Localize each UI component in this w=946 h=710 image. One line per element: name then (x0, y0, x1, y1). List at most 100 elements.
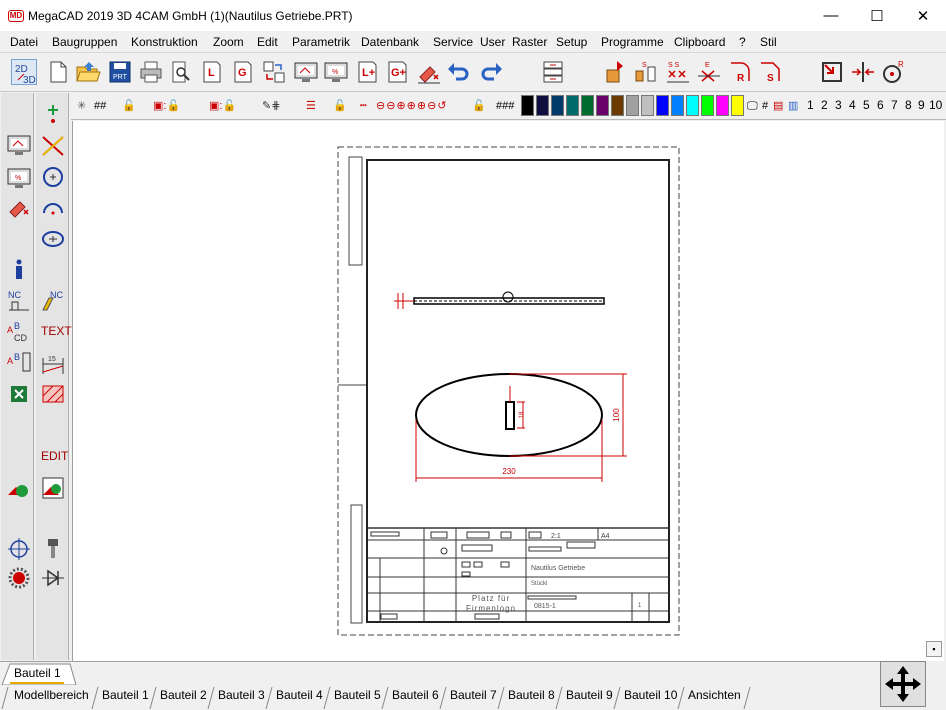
menu-service[interactable]: Service (433, 35, 473, 49)
edit-tool-label[interactable]: EDIT (41, 449, 68, 463)
view-zoom-icon[interactable]: % (6, 165, 32, 191)
menu-user[interactable]: User (480, 35, 505, 49)
color-swatch-15[interactable] (731, 95, 744, 116)
text-table-icon[interactable]: AB (6, 350, 32, 376)
2d-3d-toggle-icon[interactable]: 2D 3D (11, 59, 37, 86)
color-swatch-1[interactable] (521, 95, 534, 116)
menu-help[interactable]: ? (739, 35, 746, 49)
color-swatch-4[interactable] (566, 95, 579, 116)
color-swatch-12[interactable] (686, 95, 699, 116)
tab-bauteil-10[interactable]: Bauteil 10 (624, 688, 677, 702)
hash-icon[interactable]: # (762, 98, 768, 114)
scroll-corner-button[interactable]: ▪ (926, 641, 942, 657)
color-swatch-3[interactable] (551, 95, 564, 116)
undo-icon[interactable] (446, 59, 472, 85)
chamfer-icon[interactable]: S (757, 59, 783, 85)
menu-baugruppen[interactable]: Baugruppen (52, 35, 117, 49)
menu-programme[interactable]: Programme (601, 35, 664, 49)
layer-9[interactable]: 9 (918, 98, 925, 112)
convert-icon[interactable] (261, 59, 287, 85)
lock-zoom-icon[interactable]: 🔓 (472, 98, 486, 114)
layer-lock-icon[interactable]: ▣:🔓 (209, 98, 236, 114)
open-folder-icon[interactable] (75, 59, 101, 85)
excel-icon[interactable] (6, 381, 32, 407)
tab-bauteil-3[interactable]: Bauteil 3 (218, 688, 265, 702)
color-swatch-6[interactable] (596, 95, 609, 116)
tab-bauteil-6[interactable]: Bauteil 6 (392, 688, 439, 702)
split-icon[interactable] (850, 59, 876, 85)
arc-icon[interactable] (40, 195, 66, 221)
color-swatch-14[interactable] (716, 95, 729, 116)
tab-bauteil-5[interactable]: Bauteil 5 (334, 688, 381, 702)
maximize-button[interactable]: ☐ (854, 0, 900, 31)
layer-7[interactable]: 7 (891, 98, 898, 112)
minimize-button[interactable]: — (808, 0, 854, 31)
dimension-icon[interactable]: 15 (40, 350, 66, 376)
menu-datei[interactable]: Datei (10, 35, 38, 49)
layer-5[interactable]: 5 (863, 98, 870, 112)
pen-color-icon[interactable]: ▤ (773, 98, 783, 114)
zoom-tools-icon[interactable]: ⊖⊖⊕⊕⊕⊖↺ (376, 98, 448, 114)
nc-machining-icon[interactable]: NC (40, 288, 66, 314)
redo-icon[interactable] (478, 59, 504, 85)
layer-6[interactable]: 6 (877, 98, 884, 112)
menu-zoom[interactable]: Zoom (213, 35, 244, 49)
eraser-icon[interactable] (416, 59, 442, 85)
nc-export-icon[interactable]: NC (6, 288, 32, 314)
tab-bauteil-7[interactable]: Bauteil 7 (450, 688, 497, 702)
tab-bauteil-1-top[interactable]: Bauteil 1 (14, 666, 61, 680)
layer-8[interactable]: 8 (905, 98, 912, 112)
lock-layer-icon[interactable]: 🔓 (122, 98, 136, 114)
move-up-icon[interactable] (603, 59, 629, 85)
group-plus-icon[interactable]: G+ (385, 59, 411, 85)
layer-1[interactable]: 1 (807, 98, 814, 112)
layer-2[interactable]: 2 (821, 98, 828, 112)
line-width-icon[interactable]: ☰ (306, 98, 316, 114)
save-icon[interactable]: PRT (107, 59, 133, 85)
layer-10[interactable]: 10 (929, 98, 942, 112)
layer-plus-icon[interactable]: L+ (355, 59, 381, 85)
layer-colors-icon[interactable]: ▥ (788, 98, 798, 114)
screen-zoom-icon[interactable]: % (323, 59, 349, 85)
tab-bauteil-9[interactable]: Bauteil 9 (566, 688, 613, 702)
color-swatch-5[interactable] (581, 95, 594, 116)
color-swatch-2[interactable] (536, 95, 549, 116)
menu-parametrik[interactable]: Parametrik (292, 35, 350, 49)
stretch-icon[interactable]: S S (665, 59, 691, 85)
circle-center-icon[interactable] (40, 164, 66, 190)
layer-manager-icon[interactable] (540, 59, 566, 85)
diode-icon[interactable] (40, 565, 66, 591)
delete-icon[interactable] (6, 194, 32, 220)
drawing-canvas[interactable]: 230 100 18 2:1 A4 Nautilus Getriebe Stüc… (72, 121, 944, 661)
lock-line-icon[interactable]: 🔓 (333, 98, 347, 114)
print-icon[interactable] (138, 59, 164, 85)
color-swatch-10[interactable] (656, 95, 669, 116)
view-window-icon[interactable] (6, 132, 32, 158)
snap-star-icon[interactable]: ✳ (77, 98, 86, 114)
grid-hash-label-2[interactable]: ### (496, 98, 514, 114)
color-swatch-8[interactable] (626, 95, 639, 116)
ellipse-icon[interactable] (40, 226, 66, 252)
menu-stil[interactable]: Stil (760, 35, 777, 49)
load-icon[interactable]: L (199, 59, 225, 85)
intersection-icon[interactable] (40, 133, 66, 159)
tab-modellbereich[interactable]: Modellbereich (14, 688, 89, 702)
group-lock-icon[interactable]: ▣:🔓 (153, 98, 180, 114)
color-swatch-11[interactable] (671, 95, 684, 116)
info-icon[interactable] (6, 257, 32, 283)
add-point-icon[interactable] (40, 101, 66, 127)
layer-4[interactable]: 4 (849, 98, 856, 112)
text-tool-label[interactable]: TEXT (41, 324, 72, 338)
print-preview-icon[interactable] (168, 59, 194, 85)
color-swatch-7[interactable] (611, 95, 624, 116)
tab-bauteil-4[interactable]: Bauteil 4 (276, 688, 323, 702)
extend-icon[interactable]: E (696, 59, 722, 85)
monitor-icon[interactable]: 🖵 (747, 98, 758, 114)
tab-bauteil-2[interactable]: Bauteil 2 (160, 688, 207, 702)
fillet-icon[interactable]: R (727, 59, 753, 85)
new-file-icon[interactable] (45, 59, 71, 85)
grid-hash-label[interactable]: ## (94, 98, 106, 114)
rectangle-select-icon[interactable] (819, 59, 845, 85)
menu-clipboard[interactable]: Clipboard (674, 35, 725, 49)
circle-radius-icon[interactable]: R (880, 59, 906, 85)
